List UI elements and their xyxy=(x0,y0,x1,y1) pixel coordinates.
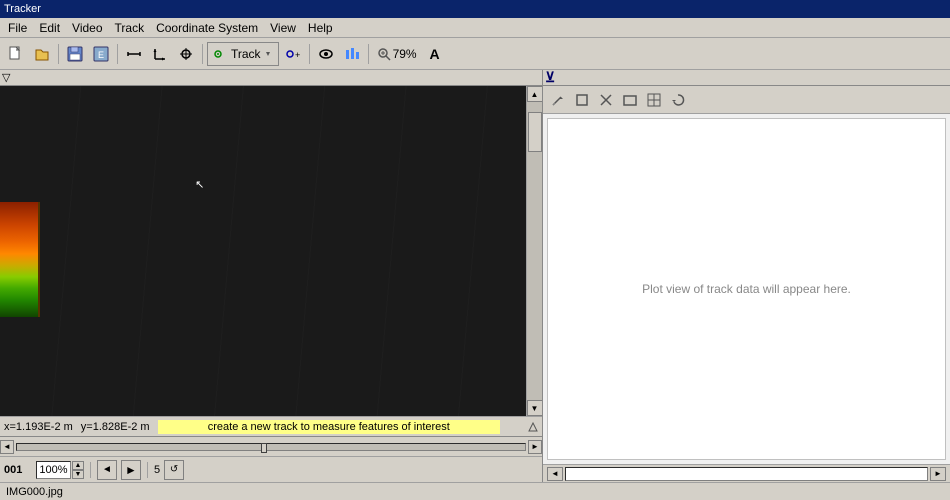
vertical-scrollbar: ▲ ▼ xyxy=(526,86,542,416)
toolbar-sep-1 xyxy=(58,44,59,64)
frame-number: 001 xyxy=(4,464,32,476)
zoom-display: 79% xyxy=(373,47,421,61)
zoom-control: ▲ ▼ xyxy=(36,461,84,479)
font-button[interactable]: A xyxy=(423,42,447,66)
menu-video[interactable]: Video xyxy=(66,19,108,37)
menu-track[interactable]: Track xyxy=(109,19,151,37)
track-extra-button[interactable]: + xyxy=(281,42,305,66)
zoom-input[interactable] xyxy=(36,461,71,479)
menu-view[interactable]: View xyxy=(264,19,302,37)
filename-bar: IMG000.jpg xyxy=(0,482,950,500)
svg-text:+: + xyxy=(295,50,300,60)
timeline-right-button[interactable]: ► xyxy=(528,440,542,454)
menu-file[interactable]: File xyxy=(2,19,33,37)
scroll-up-button[interactable]: ▲ xyxy=(527,86,543,102)
font-icon: A xyxy=(430,46,440,62)
toolbar-sep-3 xyxy=(202,44,203,64)
title-bar: Tracker xyxy=(0,0,950,18)
loop-button[interactable]: ↺ xyxy=(164,460,184,480)
scroll-thumb[interactable] xyxy=(528,112,542,152)
timeline-track[interactable] xyxy=(16,443,526,451)
zoom-level: 79% xyxy=(393,47,417,61)
ctrl-sep-2 xyxy=(147,462,148,478)
right-panel: ⊻ Plot view of track dat xyxy=(543,70,950,482)
track-button[interactable]: Track xyxy=(207,42,279,66)
point-button[interactable] xyxy=(174,42,198,66)
plot-refresh-button[interactable] xyxy=(667,89,689,111)
menu-edit[interactable]: Edit xyxy=(33,19,66,37)
toolbar-sep-2 xyxy=(117,44,118,64)
timeline-thumb[interactable] xyxy=(261,443,267,453)
zoom-up-button[interactable]: ▲ xyxy=(72,461,84,470)
svg-text:E: E xyxy=(98,50,104,60)
toolbar-sep-5 xyxy=(368,44,369,64)
scroll-down-button[interactable]: ▼ xyxy=(527,400,543,416)
timeline-left-button[interactable]: ◄ xyxy=(0,440,14,454)
cursor-indicator: ↖ xyxy=(195,178,204,191)
menu-bar: File Edit Video Track Coordinate System … xyxy=(0,18,950,38)
toolbar: E Track + 79% A xyxy=(0,38,950,70)
menu-coordinate-system[interactable]: Coordinate System xyxy=(150,19,264,37)
main-content: ▽ ↖ ▲ ▼ x=1.193E-2 m y xyxy=(0,70,950,482)
video-container: ↖ ▲ ▼ xyxy=(0,86,542,416)
calibration-button[interactable] xyxy=(122,42,146,66)
plot-close-button[interactable] xyxy=(595,89,617,111)
plot-select-button[interactable] xyxy=(571,89,593,111)
plot-scroll-right-button[interactable]: ► xyxy=(930,467,946,481)
menu-help[interactable]: Help xyxy=(302,19,339,37)
timeline-area: ◄ ► xyxy=(0,436,542,456)
ctrl-sep-1 xyxy=(90,462,91,478)
step-back-button[interactable]: ◄ xyxy=(97,460,117,480)
plot-grid-button[interactable] xyxy=(643,89,665,111)
plot-pencil-button[interactable] xyxy=(547,89,569,111)
status-icon xyxy=(528,422,538,432)
toolbar-sep-4 xyxy=(309,44,310,64)
plot-toolbar xyxy=(543,86,950,114)
video-frame: ↖ xyxy=(0,86,542,416)
controls-area: 001 ▲ ▼ ◄ ► 5 ↺ xyxy=(0,456,542,482)
frame-count: 5 xyxy=(154,464,160,476)
new-button[interactable] xyxy=(4,42,28,66)
scroll-track[interactable] xyxy=(527,102,543,400)
export-button[interactable]: E xyxy=(89,42,113,66)
save-button[interactable] xyxy=(63,42,87,66)
open-button[interactable] xyxy=(30,42,54,66)
plot-scroll-left-button[interactable]: ◄ xyxy=(547,467,563,481)
plot-maximize-button[interactable] xyxy=(619,89,641,111)
plot-bottom-input[interactable] xyxy=(565,467,928,481)
video-status-bar: x=1.193E-2 m y=1.828E-2 m create a new t… xyxy=(0,416,542,436)
plot-placeholder: Plot view of track data will appear here… xyxy=(642,282,851,296)
x-coordinate: x=1.193E-2 m xyxy=(4,421,73,433)
plot-area: Plot view of track data will appear here… xyxy=(547,118,946,460)
track-button-label: Track xyxy=(231,47,261,61)
data-button[interactable] xyxy=(340,42,364,66)
filter-icon[interactable]: ▽ xyxy=(2,71,10,84)
y-coordinate: y=1.828E-2 m xyxy=(81,421,150,433)
zoom-down-button[interactable]: ▼ xyxy=(72,470,84,479)
left-panel: ▽ ↖ ▲ ▼ x=1.193E-2 m y xyxy=(0,70,543,482)
corner-icon[interactable]: ⊻ xyxy=(545,69,555,86)
track-hint: create a new track to measure features o… xyxy=(158,420,500,434)
title-label: Tracker xyxy=(4,3,41,15)
axes-button[interactable] xyxy=(148,42,172,66)
visibility-button[interactable] xyxy=(314,42,338,66)
play-button[interactable]: ► xyxy=(121,460,141,480)
video-top-bar: ▽ xyxy=(0,70,542,86)
filename-label: IMG000.jpg xyxy=(6,486,63,498)
plot-bottom-bar: ◄ ► xyxy=(543,464,950,482)
plot-top-bar: ⊻ xyxy=(543,70,950,86)
scratches-overlay xyxy=(0,86,542,416)
